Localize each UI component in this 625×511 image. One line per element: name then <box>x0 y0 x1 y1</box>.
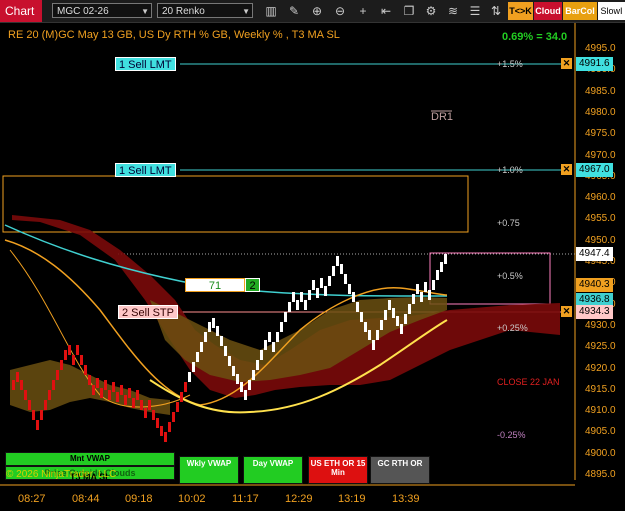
price-flag-last: 4947.4 <box>576 247 613 261</box>
barcol-button[interactable]: BarCol <box>563 2 597 20</box>
price-tick: 4930.0 <box>585 319 616 331</box>
price-tick: 4900.0 <box>585 447 616 459</box>
bar-type-selector[interactable]: 20 Renko ▼ <box>157 3 253 18</box>
tk-button[interactable]: T<>K <box>508 2 533 20</box>
zoom-in-icon[interactable]: ⊕ <box>308 2 326 20</box>
sell-stop-order[interactable]: 2 Sell STP <box>118 305 178 319</box>
sell-limit-order-2[interactable]: 1 Sell LMT <box>115 163 176 177</box>
level-label: +1.5% <box>497 59 523 69</box>
indicators-icon[interactable]: ≋ <box>444 2 462 20</box>
bar-type-value: 20 Renko <box>162 6 205 17</box>
sell-limit-order-1[interactable]: 1 Sell LMT <box>115 57 176 71</box>
trade-icon[interactable]: ⇅ <box>487 2 505 20</box>
time-tick: 11:17 <box>232 493 259 505</box>
price-tick: 4970.0 <box>585 149 616 161</box>
level-label: +0.25% <box>497 323 528 333</box>
price-flag-sell-limit-1: 4991.6 <box>576 57 613 71</box>
scroll-icon[interactable]: ⇤ <box>377 2 395 20</box>
time-tick: 08:27 <box>18 493 46 505</box>
price-flag-2: 4940.3 <box>576 278 613 292</box>
price-tick: 4905.0 <box>585 426 616 438</box>
chevron-down-icon: ▼ <box>141 7 149 16</box>
price-tick: 4920.0 <box>585 362 616 374</box>
time-tick: 08:44 <box>72 493 100 505</box>
gc-rth-or-button[interactable]: GC RTH OR <box>370 456 430 484</box>
window-title: Chart <box>0 0 42 22</box>
cancel-order-icon[interactable]: ✕ <box>561 306 572 317</box>
level-label: -0.25% <box>497 430 526 440</box>
price-flag-sell-stop: 4934.3 <box>576 305 613 319</box>
chart-title: RE 20 (M)GC May 13 GB, US Dy RTH % GB, W… <box>8 29 340 41</box>
price-tick: 4975.0 <box>585 128 616 140</box>
instrument-value: MGC 02-26 <box>57 6 109 17</box>
time-tick: 09:18 <box>125 493 153 505</box>
time-tick: 10:02 <box>178 493 206 505</box>
pencil-icon[interactable]: ✎ <box>285 2 303 20</box>
price-tick: 4915.0 <box>585 383 616 395</box>
level-label: +0.5% <box>497 271 523 281</box>
strategy-icon[interactable]: ⚙ <box>422 2 440 20</box>
dr1-label: DR1 <box>431 111 454 123</box>
chart-toolbar: Chart MGC 02-26 ▼ 20 Renko ▼ ▥ ✎ ⊕ ⊖ + ⇤… <box>0 0 625 23</box>
copy-icon[interactable]: ❐ <box>400 2 418 20</box>
position-quantity[interactable]: 71 <box>185 278 245 292</box>
price-chart[interactable] <box>0 23 625 511</box>
chevron-down-icon: ▼ <box>242 7 250 16</box>
time-tick: 13:39 <box>392 493 420 505</box>
day-vwap-button[interactable]: Day VWAP <box>243 456 303 484</box>
price-tick: 4910.0 <box>585 405 616 417</box>
copyright-text: © 2026 NinjaTrader, LLC <box>6 469 117 480</box>
level-label: +1.0% <box>497 165 523 175</box>
time-tick: 13:19 <box>338 493 366 505</box>
price-tick: 4950.0 <box>585 234 616 246</box>
time-tick: 12:29 <box>285 493 313 505</box>
cancel-order-icon[interactable]: ✕ <box>561 164 572 175</box>
price-tick: 4955.0 <box>585 213 616 225</box>
mnt-vwap-button[interactable]: Mnt VWAP <box>5 452 175 466</box>
pct-change-label: 0.69% = 34.0 <box>502 31 568 43</box>
zone-box <box>429 252 551 305</box>
slow-button[interactable]: SlowI <box>598 2 625 20</box>
price-tick: 4995.0 <box>585 43 616 54</box>
bar-chart-icon[interactable]: ▥ <box>262 2 280 20</box>
close-level-label: CLOSE 22 JAN <box>497 377 560 387</box>
cloud-button[interactable]: Cloud <box>534 2 562 20</box>
price-tick: 4985.0 <box>585 85 616 97</box>
position-count[interactable]: 2 <box>245 278 260 292</box>
zoom-out-icon[interactable]: ⊖ <box>331 2 349 20</box>
price-tick: 4925.0 <box>585 341 616 353</box>
price-flag-sell-limit-2: 4967.0 <box>576 163 613 177</box>
level-label: +0.75 <box>497 218 520 228</box>
wkly-vwap-button[interactable]: Wkly VWAP <box>179 456 239 484</box>
opening-range-box <box>2 175 469 233</box>
crosshair-icon[interactable]: + <box>354 2 372 20</box>
instrument-selector[interactable]: MGC 02-26 ▼ <box>52 3 152 18</box>
properties-icon[interactable]: ☰ <box>466 2 484 20</box>
price-tick: 4980.0 <box>585 106 616 118</box>
us-eth-or-button[interactable]: US ETH OR 15 Min <box>308 456 368 484</box>
price-tick: 4960.0 <box>585 192 616 204</box>
price-tick: 4895.0 <box>585 469 616 480</box>
cancel-order-icon[interactable]: ✕ <box>561 58 572 69</box>
